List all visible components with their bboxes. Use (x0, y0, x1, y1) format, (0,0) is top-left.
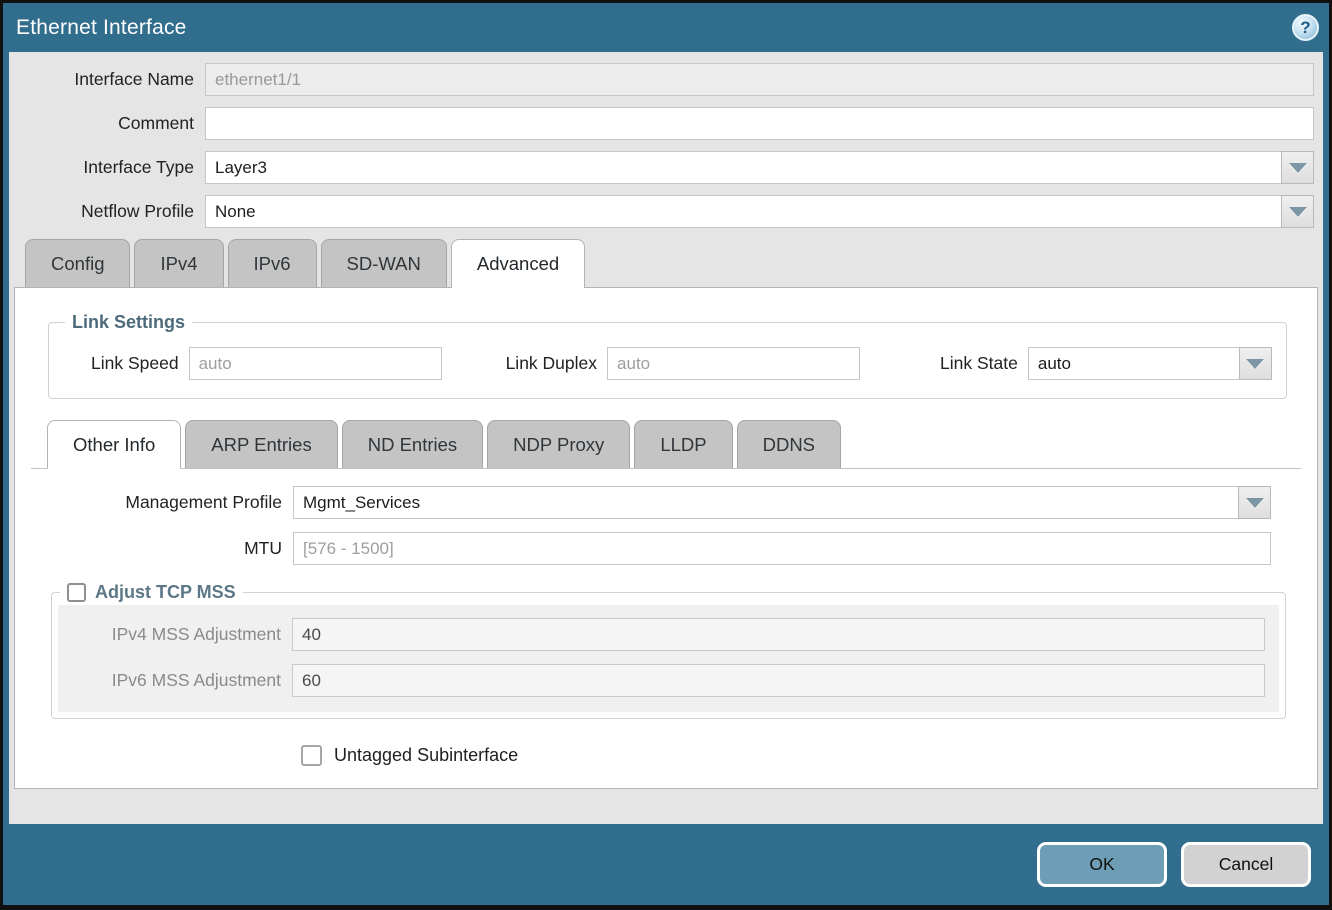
interface-type-dropdown-button[interactable] (1281, 151, 1314, 184)
interface-name-label: Interface Name (9, 69, 205, 90)
netflow-profile-input[interactable] (205, 195, 1281, 228)
mss-disabled-area: IPv4 MSS Adjustment IPv6 MSS Adjustment (58, 605, 1279, 712)
link-speed-label: Link Speed (63, 353, 189, 374)
tab-ipv4[interactable]: IPv4 (134, 239, 223, 287)
tab-config[interactable]: Config (25, 239, 130, 287)
link-duplex-input[interactable] (607, 347, 860, 380)
link-state-dropdown (1028, 347, 1272, 380)
interface-type-dropdown (205, 151, 1314, 184)
untagged-subinterface-checkbox[interactable] (301, 745, 322, 766)
netflow-profile-dropdown (205, 195, 1314, 228)
tab-nd-entries[interactable]: ND Entries (342, 420, 483, 468)
link-duplex-label: Link Duplex (478, 353, 607, 374)
other-info-panel: Management Profile MTU Adjust (31, 469, 1301, 766)
adjust-tcp-mss-legend: Adjust TCP MSS (60, 582, 243, 603)
main-tab-bar: Config IPv4 IPv6 SD-WAN Advanced (9, 239, 1323, 287)
dialog-footer: OK Cancel (3, 824, 1329, 905)
link-settings-fieldset: Link Settings Link Speed Link Duplex Lin… (48, 312, 1287, 399)
ipv6-mss-row: IPv6 MSS Adjustment (60, 664, 1265, 697)
comment-row: Comment (9, 107, 1314, 140)
interface-type-label: Interface Type (9, 157, 205, 178)
sub-tab-bar: Other Info ARP Entries ND Entries NDP Pr… (31, 420, 1301, 469)
ipv6-mss-label: IPv6 MSS Adjustment (60, 670, 292, 691)
interface-type-input[interactable] (205, 151, 1281, 184)
management-profile-dropdown (293, 486, 1271, 519)
mtu-label: MTU (31, 538, 293, 559)
tab-arp-entries[interactable]: ARP Entries (185, 420, 337, 468)
management-profile-label: Management Profile (31, 492, 293, 513)
management-profile-input[interactable] (293, 486, 1238, 519)
ethernet-interface-dialog: Ethernet Interface ? Interface Name Comm… (0, 0, 1332, 910)
comment-input[interactable] (205, 107, 1314, 140)
tab-other-info[interactable]: Other Info (47, 420, 181, 469)
tab-advanced[interactable]: Advanced (451, 239, 585, 288)
untagged-subinterface-row: Untagged Subinterface (301, 745, 1301, 766)
adjust-tcp-mss-fieldset: Adjust TCP MSS IPv4 MSS Adjustment IPv6 … (51, 582, 1286, 719)
ipv4-mss-row: IPv4 MSS Adjustment (60, 618, 1265, 651)
tab-ipv6[interactable]: IPv6 (228, 239, 317, 287)
cancel-button[interactable]: Cancel (1181, 842, 1311, 887)
chevron-down-icon (1246, 359, 1264, 369)
link-speed-input[interactable] (189, 347, 442, 380)
tab-ddns[interactable]: DDNS (737, 420, 841, 468)
interface-name-input (205, 63, 1314, 96)
ipv4-mss-input (292, 618, 1265, 651)
tab-sd-wan[interactable]: SD-WAN (321, 239, 447, 287)
adjust-tcp-mss-legend-text: Adjust TCP MSS (95, 582, 236, 603)
chevron-down-icon (1289, 207, 1307, 217)
management-profile-row: Management Profile (31, 486, 1271, 519)
ipv6-mss-input (292, 664, 1265, 697)
chevron-down-icon (1289, 163, 1307, 173)
ok-button[interactable]: OK (1037, 842, 1167, 887)
dialog-title: Ethernet Interface (16, 16, 187, 40)
chevron-down-icon (1246, 498, 1264, 508)
netflow-profile-row: Netflow Profile (9, 195, 1314, 228)
mtu-input[interactable] (293, 532, 1271, 565)
ipv4-mss-label: IPv4 MSS Adjustment (60, 624, 292, 645)
link-state-input[interactable] (1028, 347, 1239, 380)
interface-type-row: Interface Type (9, 151, 1314, 184)
tab-lldp[interactable]: LLDP (634, 420, 732, 468)
link-settings-legend: Link Settings (65, 312, 192, 333)
help-icon[interactable]: ? (1292, 14, 1319, 41)
management-profile-dropdown-button[interactable] (1238, 486, 1271, 519)
dialog-body: Interface Name Comment Interface Type Ne… (9, 52, 1323, 824)
advanced-tab-panel: Link Settings Link Speed Link Duplex Lin… (14, 287, 1318, 789)
untagged-subinterface-label: Untagged Subinterface (334, 745, 518, 766)
tab-ndp-proxy[interactable]: NDP Proxy (487, 420, 630, 468)
link-settings-row: Link Speed Link Duplex Link State (63, 347, 1272, 380)
interface-name-row: Interface Name (9, 63, 1314, 96)
comment-label: Comment (9, 113, 205, 134)
link-state-dropdown-button[interactable] (1239, 347, 1272, 380)
adjust-tcp-mss-checkbox[interactable] (67, 583, 86, 602)
dialog-titlebar: Ethernet Interface ? (3, 3, 1329, 52)
netflow-profile-dropdown-button[interactable] (1281, 195, 1314, 228)
netflow-profile-label: Netflow Profile (9, 201, 205, 222)
link-state-label: Link State (912, 353, 1028, 374)
mtu-row: MTU (31, 532, 1271, 565)
